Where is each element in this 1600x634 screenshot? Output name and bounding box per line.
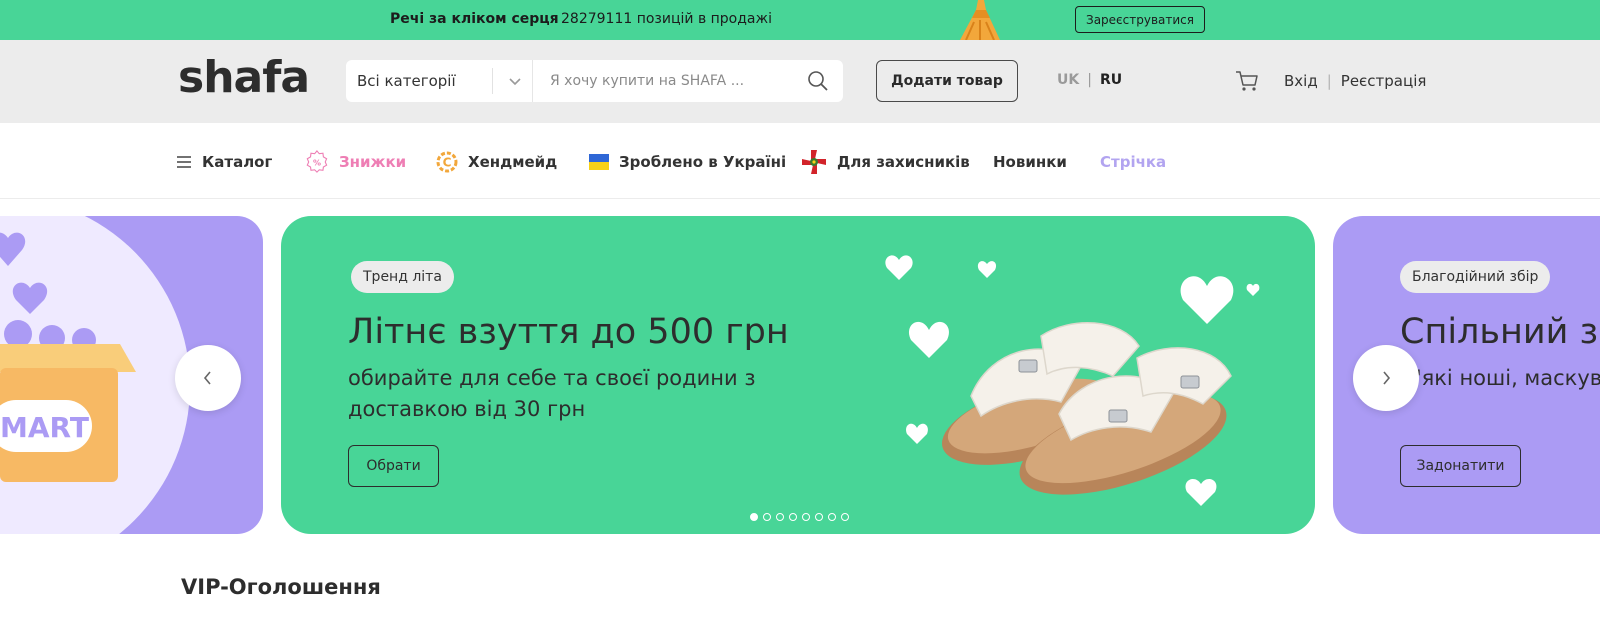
chevron-right-icon bbox=[1383, 371, 1391, 385]
language-switcher: UK | RU bbox=[1057, 72, 1122, 88]
banner-right-subtitle: м'які ноші, маскува bbox=[1400, 366, 1600, 390]
dress-illustration-icon bbox=[960, 0, 1000, 40]
banner-main-subtitle: обирайте для себе та своєї родини з дост… bbox=[348, 366, 756, 421]
auth-links: Вхід | Реєстрація bbox=[1284, 72, 1426, 90]
discount-badge-icon: % bbox=[306, 150, 328, 173]
main-nav: Каталог % Знижки C Хендмейд Зроблено в У… bbox=[0, 123, 1600, 199]
promo-bar: Речі за кліком серця 28279111 позицій в … bbox=[0, 0, 1600, 40]
nav-made-in-ukraine[interactable]: Зроблено в Україні bbox=[589, 151, 786, 173]
lang-ru[interactable]: RU bbox=[1100, 72, 1122, 88]
svg-text:%: % bbox=[313, 159, 321, 168]
search-button[interactable] bbox=[793, 60, 843, 102]
lang-uk[interactable]: UK bbox=[1057, 72, 1079, 88]
banner-main-choose-button[interactable]: Обрати bbox=[348, 445, 439, 487]
ukraine-flag-icon bbox=[589, 154, 609, 170]
carousel-next-button[interactable] bbox=[1353, 345, 1419, 411]
search-bar: Всі категорії bbox=[346, 60, 843, 102]
search-input[interactable] bbox=[533, 60, 793, 102]
promo-items-count: 28279111 позицій в продажі bbox=[561, 11, 773, 27]
nav-feed[interactable]: Стрічка bbox=[1100, 151, 1166, 173]
nav-sales[interactable]: % Знижки bbox=[305, 150, 407, 173]
promo-title: Речі за кліком серця bbox=[390, 11, 559, 27]
carousel-dot[interactable] bbox=[802, 513, 810, 521]
nav-new[interactable]: Новинки bbox=[993, 151, 1067, 173]
nav-defenders[interactable]: Для захисників bbox=[801, 150, 970, 174]
banner-right-chip: Благодійний збір bbox=[1400, 261, 1551, 293]
carousel-prev-button[interactable] bbox=[175, 345, 241, 411]
nav-defenders-label: Для захисників bbox=[837, 153, 970, 171]
carousel-dot[interactable] bbox=[763, 513, 771, 521]
search-icon bbox=[808, 71, 828, 91]
add-product-button[interactable]: Додати товар bbox=[876, 60, 1018, 102]
carousel-dots bbox=[750, 513, 849, 521]
banner-main-chip: Тренд літа bbox=[351, 261, 454, 293]
nav-feed-label: Стрічка bbox=[1100, 153, 1167, 171]
register-link[interactable]: Реєстрація bbox=[1341, 72, 1427, 90]
nav-new-label: Новинки bbox=[993, 153, 1067, 171]
svg-text:C: C bbox=[443, 156, 452, 170]
nav-catalog-label: Каталог bbox=[202, 153, 273, 171]
nav-handmade-label: Хендмейд bbox=[468, 153, 558, 171]
category-separator bbox=[492, 68, 493, 94]
carousel-dot[interactable] bbox=[750, 513, 758, 521]
banner-main[interactable]: Тренд літа Літнє взуття до 500 грн обира… bbox=[281, 216, 1315, 534]
nav-made-in-ukraine-label: Зроблено в Україні bbox=[619, 153, 787, 171]
lang-separator: | bbox=[1087, 72, 1092, 88]
nav-handmade[interactable]: C Хендмейд bbox=[436, 151, 557, 173]
carousel-dot[interactable] bbox=[828, 513, 836, 521]
login-link[interactable]: Вхід bbox=[1284, 72, 1318, 90]
handmade-icon: C bbox=[436, 151, 458, 173]
carousel-dot[interactable] bbox=[776, 513, 784, 521]
auth-separator: | bbox=[1326, 72, 1332, 90]
chevron-down-icon bbox=[509, 78, 521, 86]
banner-right-title: Спільний з bbox=[1400, 312, 1599, 352]
category-select[interactable]: Всі категорії bbox=[346, 60, 532, 102]
carousel-dot[interactable] bbox=[789, 513, 797, 521]
nav-sales-label: Знижки bbox=[339, 153, 407, 171]
shafa-logo[interactable]: shafa bbox=[178, 52, 310, 103]
military-cross-icon bbox=[802, 150, 826, 174]
header: shafa Всі категорії Додати товар UK | RU… bbox=[0, 40, 1600, 123]
nav-catalog[interactable]: Каталог bbox=[176, 151, 272, 173]
banner-main-title: Літнє взуття до 500 грн bbox=[348, 312, 789, 352]
chevron-left-icon bbox=[203, 371, 211, 385]
carousel-dot[interactable] bbox=[841, 513, 849, 521]
sandals-illustration bbox=[885, 255, 1260, 506]
vip-section-title: VIP-Оголошення bbox=[181, 575, 381, 599]
cart-icon[interactable] bbox=[1234, 68, 1260, 94]
banner-left-text: MART bbox=[0, 411, 89, 444]
banner-right-donate-button[interactable]: Задонатити bbox=[1400, 445, 1521, 487]
category-select-value: Всі категорії bbox=[357, 72, 456, 90]
menu-icon bbox=[177, 156, 191, 168]
promo-register-button[interactable]: Зареєструватися bbox=[1075, 6, 1205, 33]
carousel-dot[interactable] bbox=[815, 513, 823, 521]
